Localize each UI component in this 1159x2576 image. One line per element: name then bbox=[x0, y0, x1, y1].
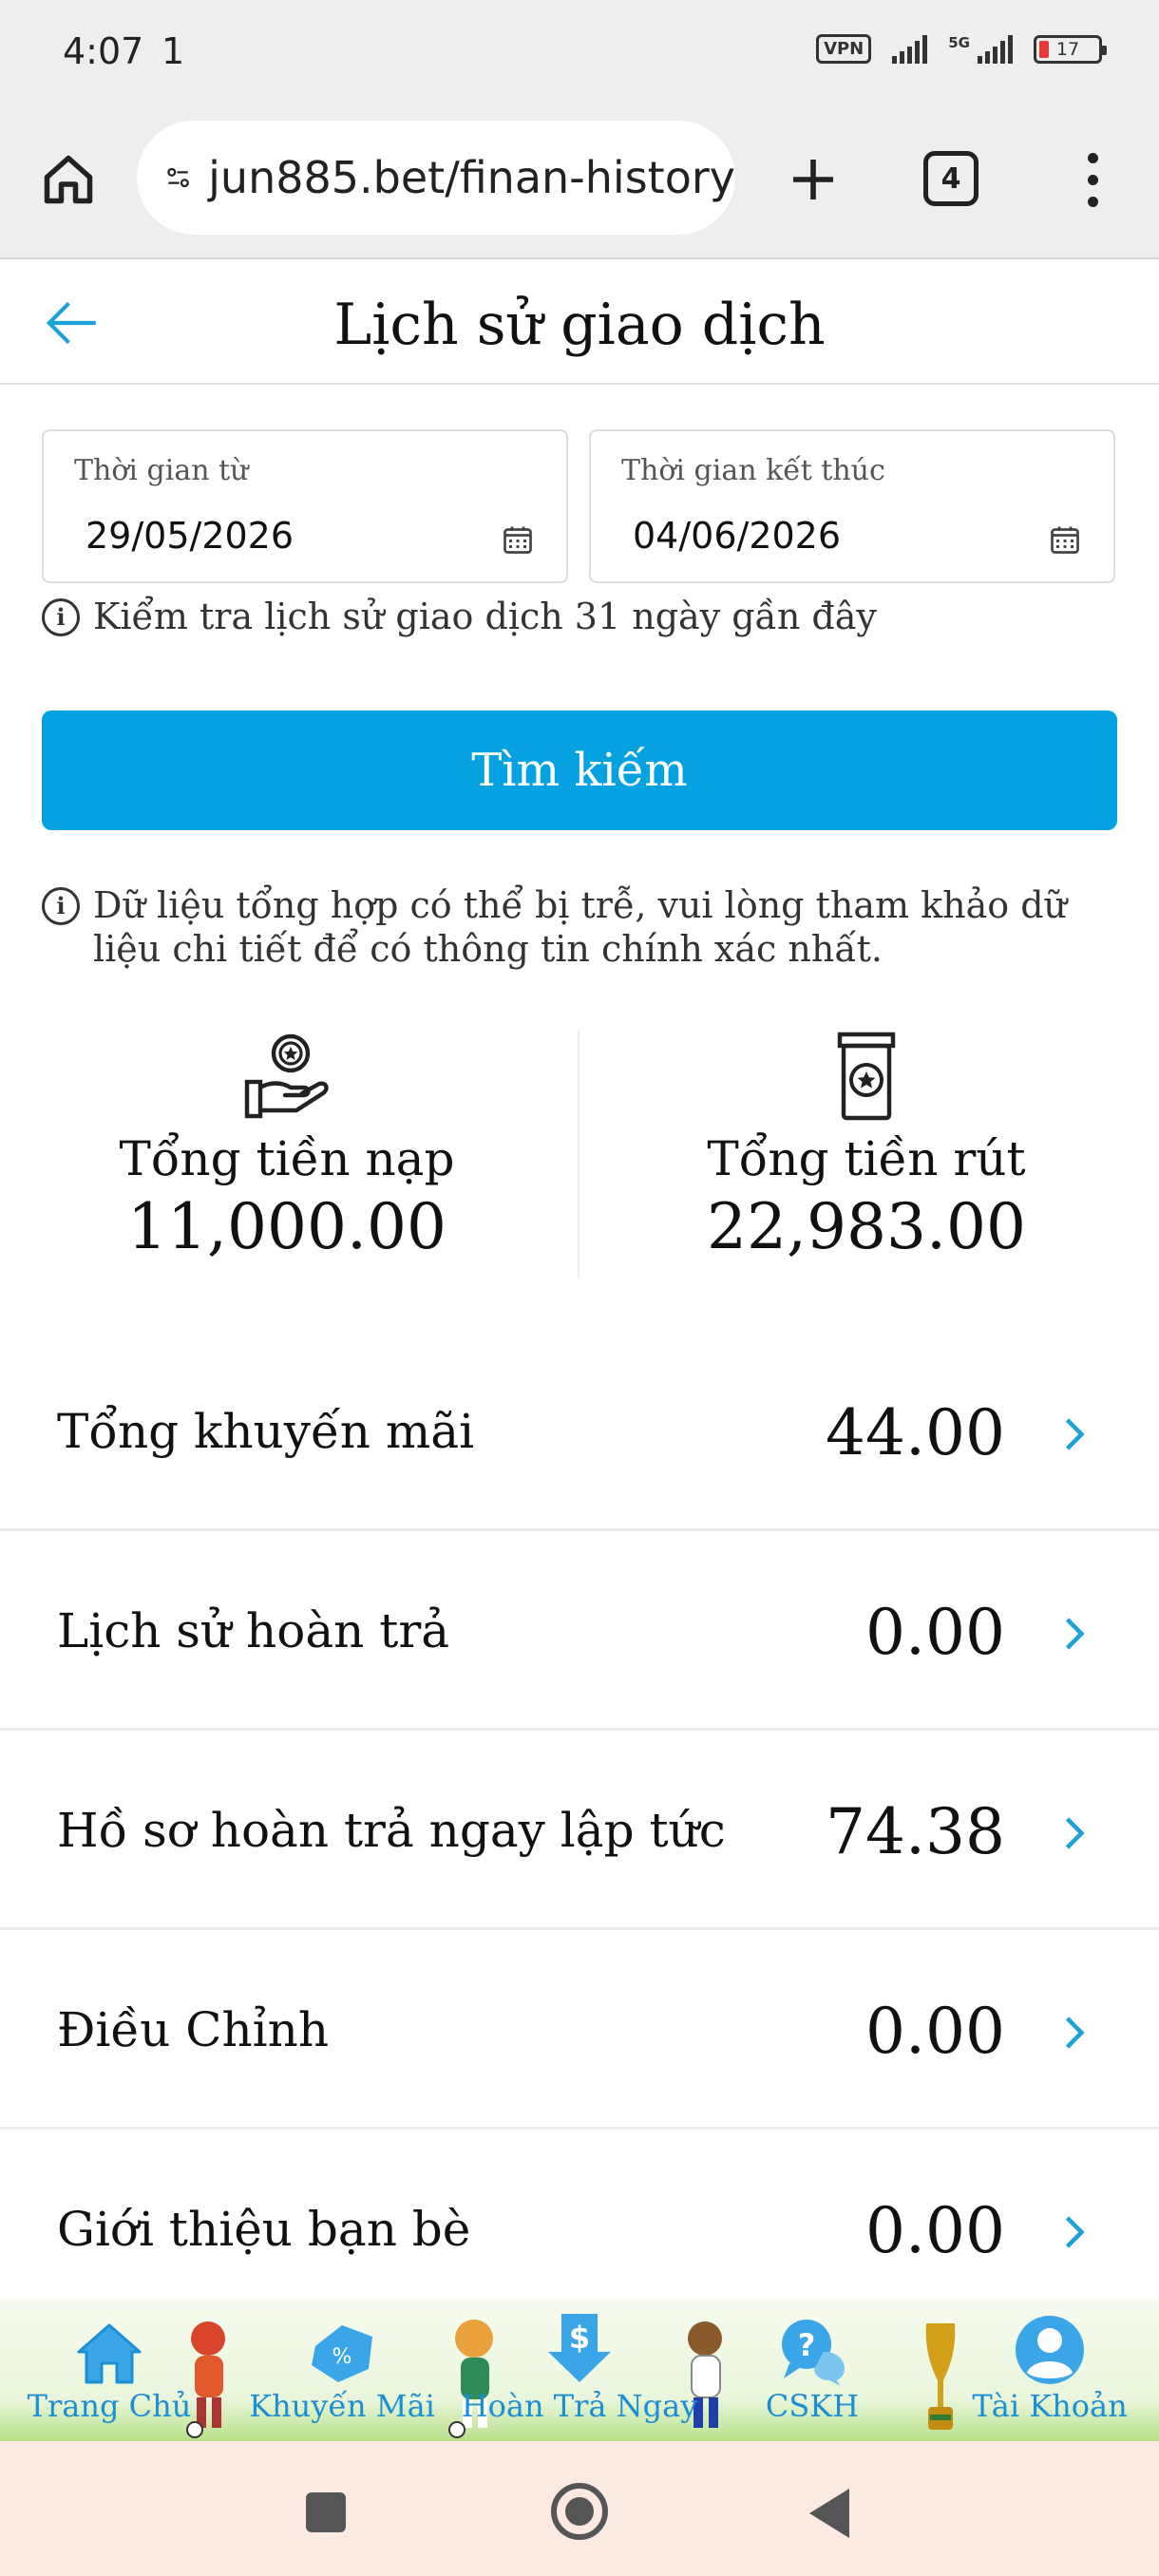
url-text[interactable]: jun885.bet/finan-history bbox=[208, 152, 735, 203]
row-instant-rebate[interactable]: Hồ sơ hoàn trả ngay lập tức 74.38 bbox=[0, 1731, 1159, 1930]
nav-account[interactable]: Tài Khoản bbox=[969, 2299, 1130, 2441]
new-tab-button[interactable] bbox=[779, 145, 847, 214]
withdraw-card-icon bbox=[837, 1032, 896, 1121]
nav-label: Tài Khoản bbox=[972, 2388, 1128, 2424]
total-withdraw-value: 22,983.00 bbox=[707, 1190, 1026, 1263]
home-icon bbox=[77, 2323, 142, 2384]
date-range-hint: i Kiểm tra lịch sử giao dịch 31 ngày gần… bbox=[42, 595, 877, 638]
total-deposit-value: 11,000.00 bbox=[127, 1190, 446, 1263]
site-settings-icon[interactable] bbox=[165, 156, 191, 199]
date-from-field[interactable]: Thời gian từ 29/05/2026 bbox=[42, 429, 568, 583]
page-title: Lịch sử giao dịch bbox=[333, 292, 826, 358]
row-label: Điều Chỉnh bbox=[57, 2002, 330, 2057]
nav-label: CSKH bbox=[765, 2388, 860, 2424]
address-bar[interactable]: jun885.bet/finan-history bbox=[137, 121, 735, 235]
info-icon: i bbox=[42, 887, 80, 925]
menu-dot bbox=[1087, 196, 1098, 207]
date-to-label: Thời gian kết thúc bbox=[621, 454, 885, 487]
hand-coin-icon bbox=[244, 1033, 329, 1119]
row-total-promotion[interactable]: Tổng khuyến mãi 44.00 bbox=[0, 1332, 1159, 1531]
status-icons: VPN 5G 17 bbox=[816, 34, 1107, 64]
svg-text:$: $ bbox=[569, 2320, 590, 2356]
total-withdraw-label: Tổng tiền rút bbox=[707, 1131, 1026, 1186]
system-back-button[interactable] bbox=[809, 2489, 849, 2538]
browser-toolbar: jun885.bet/finan-history 4 bbox=[0, 109, 1159, 259]
data-delay-notice: i Dữ liệu tổng hợp có thể bị trễ, vui lò… bbox=[42, 883, 1125, 971]
chevron-right-icon bbox=[1065, 1418, 1085, 1450]
row-label: Hồ sơ hoàn trả ngay lập tức bbox=[57, 1803, 726, 1858]
calendar-icon[interactable] bbox=[500, 522, 536, 557]
browser-home-button[interactable] bbox=[34, 145, 103, 214]
plus-icon bbox=[793, 160, 833, 199]
chevron-right-icon bbox=[1065, 1618, 1085, 1650]
row-adjustment[interactable]: Điều Chỉnh 0.00 bbox=[0, 1930, 1159, 2130]
svg-text:?: ? bbox=[798, 2327, 816, 2363]
date-from-label: Thời gian từ bbox=[74, 454, 249, 487]
signal-icon-2 bbox=[978, 34, 1013, 64]
menu-dot bbox=[1087, 174, 1098, 185]
date-from-value[interactable]: 29/05/2026 bbox=[86, 515, 294, 557]
page-header: Lịch sử giao dịch bbox=[0, 261, 1159, 385]
date-to-field[interactable]: Thời gian kết thúc 04/06/2026 bbox=[589, 429, 1115, 583]
system-home-button[interactable] bbox=[551, 2483, 608, 2540]
row-value: 0.00 bbox=[865, 2194, 1005, 2267]
dollar-download-icon: $ bbox=[548, 2314, 611, 2382]
promo-tag-icon: % bbox=[312, 2325, 372, 2382]
data-delay-notice-text: Dữ liệu tổng hợp có thể bị trễ, vui lòng… bbox=[93, 884, 1067, 970]
total-deposit-label: Tổng tiền nạp bbox=[119, 1131, 455, 1186]
calendar-icon[interactable] bbox=[1047, 522, 1083, 557]
nav-label: Hoàn Trả Ngay bbox=[461, 2388, 698, 2424]
total-withdraw: Tổng tiền rút 22,983.00 bbox=[581, 1031, 1151, 1278]
row-label: Tổng khuyến mãi bbox=[57, 1404, 475, 1459]
browser-menu-button[interactable] bbox=[1064, 145, 1121, 214]
svg-text:%: % bbox=[332, 2345, 352, 2369]
help-chat-icon: ? bbox=[782, 2320, 845, 2386]
chevron-right-icon bbox=[1065, 2216, 1085, 2248]
recents-button[interactable] bbox=[306, 2492, 346, 2532]
nav-promotions[interactable]: % Khuyến Mãi bbox=[249, 2299, 435, 2441]
totals-divider bbox=[578, 1031, 580, 1278]
date-range-hint-text: Kiểm tra lịch sử giao dịch 31 ngày gần đ… bbox=[93, 596, 877, 637]
nav-home[interactable]: Trang Chủ bbox=[27, 2299, 192, 2441]
search-button[interactable]: Tìm kiếm bbox=[42, 710, 1117, 830]
vpn-icon: VPN bbox=[816, 34, 872, 64]
bottom-nav: Trang Chủ % Khuyến Mãi $ Hoàn Trả Ngay ?… bbox=[0, 2299, 1159, 2441]
signal-icon bbox=[892, 34, 928, 64]
home-dot-icon bbox=[565, 2497, 594, 2526]
info-icon: i bbox=[42, 598, 80, 636]
status-bar: 4:07 1 VPN 5G 17 bbox=[0, 0, 1159, 109]
account-icon bbox=[1016, 2316, 1084, 2384]
home-icon bbox=[44, 155, 93, 204]
trophy-icon bbox=[925, 2323, 956, 2430]
date-to-value[interactable]: 04/06/2026 bbox=[633, 515, 841, 557]
battery-icon: 17 bbox=[1034, 34, 1107, 64]
system-navigation-bar bbox=[0, 2441, 1159, 2576]
row-label: Lịch sử hoàn trả bbox=[57, 1603, 450, 1658]
nav-label: Trang Chủ bbox=[27, 2388, 192, 2424]
nav-customer-support[interactable]: ? CSKH bbox=[750, 2299, 874, 2441]
chevron-right-icon bbox=[1065, 2017, 1085, 2049]
row-rebate-history[interactable]: Lịch sử hoàn trả 0.00 bbox=[0, 1531, 1159, 1731]
row-label: Giới thiệu bạn bè bbox=[57, 2202, 471, 2257]
nav-label: Khuyến Mãi bbox=[249, 2388, 435, 2424]
total-deposit: Tổng tiền nạp 11,000.00 bbox=[2, 1031, 572, 1278]
row-value: 44.00 bbox=[826, 1396, 1005, 1469]
nav-instant-rebate[interactable]: $ Hoàn Trả Ngay bbox=[462, 2299, 697, 2441]
row-value: 0.00 bbox=[865, 1596, 1005, 1669]
tab-switcher-button[interactable]: 4 bbox=[923, 151, 978, 206]
network-type-label: 5G bbox=[948, 34, 970, 51]
battery-level: 17 bbox=[1055, 38, 1080, 60]
status-time: 4:07 bbox=[63, 30, 144, 72]
row-value: 74.38 bbox=[826, 1795, 1005, 1868]
menu-dot bbox=[1087, 152, 1098, 163]
status-notification-count: 1 bbox=[162, 30, 185, 72]
chevron-right-icon bbox=[1065, 1817, 1085, 1849]
row-value: 0.00 bbox=[865, 1995, 1005, 2068]
